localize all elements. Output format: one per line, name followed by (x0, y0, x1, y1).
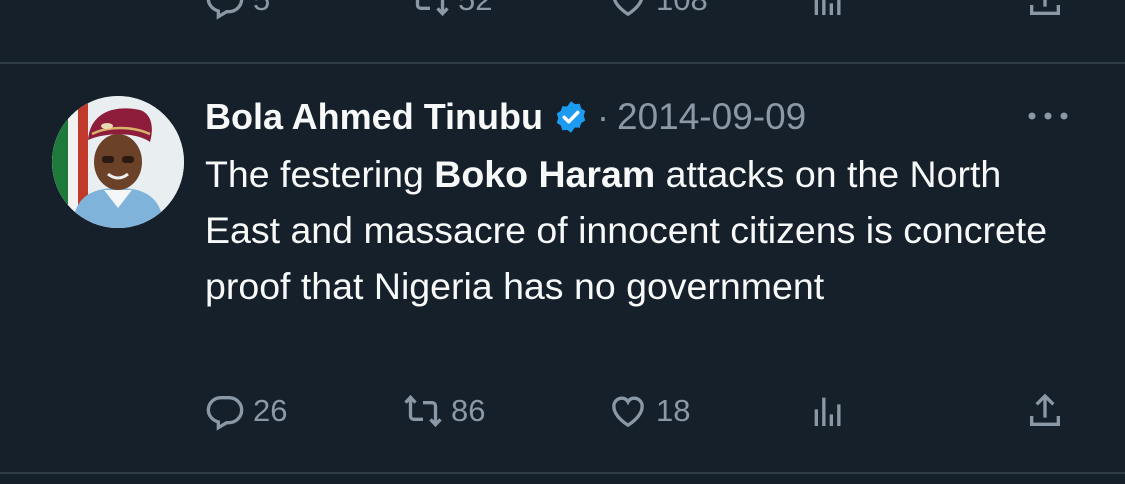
like-icon (612, 396, 644, 428)
views-button[interactable] (808, 391, 848, 431)
divider-bottom (0, 472, 1125, 474)
retweet-icon (415, 0, 449, 17)
header-separator: · (597, 96, 609, 137)
more-icon (1028, 112, 1068, 120)
reply-count: 26 (253, 393, 288, 428)
previous-reply-count: 5 (253, 0, 270, 18)
views-icon (814, 397, 841, 426)
like-button[interactable]: 18 (608, 391, 690, 431)
previous-reply-button[interactable]: 5 (205, 0, 270, 20)
previous-retweet-count: 52 (458, 0, 492, 18)
reply-icon (206, 396, 244, 431)
tweet-date[interactable]: 2014-09-09 (617, 96, 806, 138)
retweet-icon (404, 394, 442, 428)
author-name[interactable]: Bola Ahmed Tinubu (205, 96, 543, 138)
avatar[interactable] (52, 96, 184, 228)
previous-like-button[interactable]: 108 (608, 0, 708, 20)
previous-retweet-button[interactable]: 52 (410, 0, 492, 20)
previous-tweet-actions: 5 52 108 (205, 0, 1125, 25)
share-button[interactable] (1025, 391, 1065, 431)
verified-badge-icon (556, 101, 586, 133)
previous-share-button[interactable] (1025, 0, 1065, 20)
share-icon (1030, 0, 1060, 15)
like-count: 18 (656, 393, 691, 428)
reply-button[interactable]: 26 (205, 391, 287, 431)
tweet-text: The festering Boko Haram attacks on the … (205, 146, 1085, 314)
share-icon (1030, 393, 1060, 426)
like-icon (612, 0, 644, 17)
avatar-image (52, 96, 184, 228)
more-options-button[interactable] (1023, 94, 1073, 138)
views-icon (814, 0, 841, 15)
retweet-count: 86 (451, 393, 486, 428)
previous-like-count: 108 (656, 0, 708, 18)
tweet[interactable]: Bola Ahmed Tinubu · 2014-09-09 The feste… (0, 64, 1125, 470)
tweet-text-before: The festering (205, 153, 435, 195)
reply-icon (206, 0, 244, 20)
tweet-header: Bola Ahmed Tinubu · 2014-09-09 (205, 92, 806, 142)
tweet-text-bold: Boko Haram (434, 153, 656, 195)
tweet-actions: 26 86 18 (205, 386, 1125, 436)
retweet-button[interactable]: 86 (403, 391, 485, 431)
previous-views-button[interactable] (808, 0, 848, 20)
